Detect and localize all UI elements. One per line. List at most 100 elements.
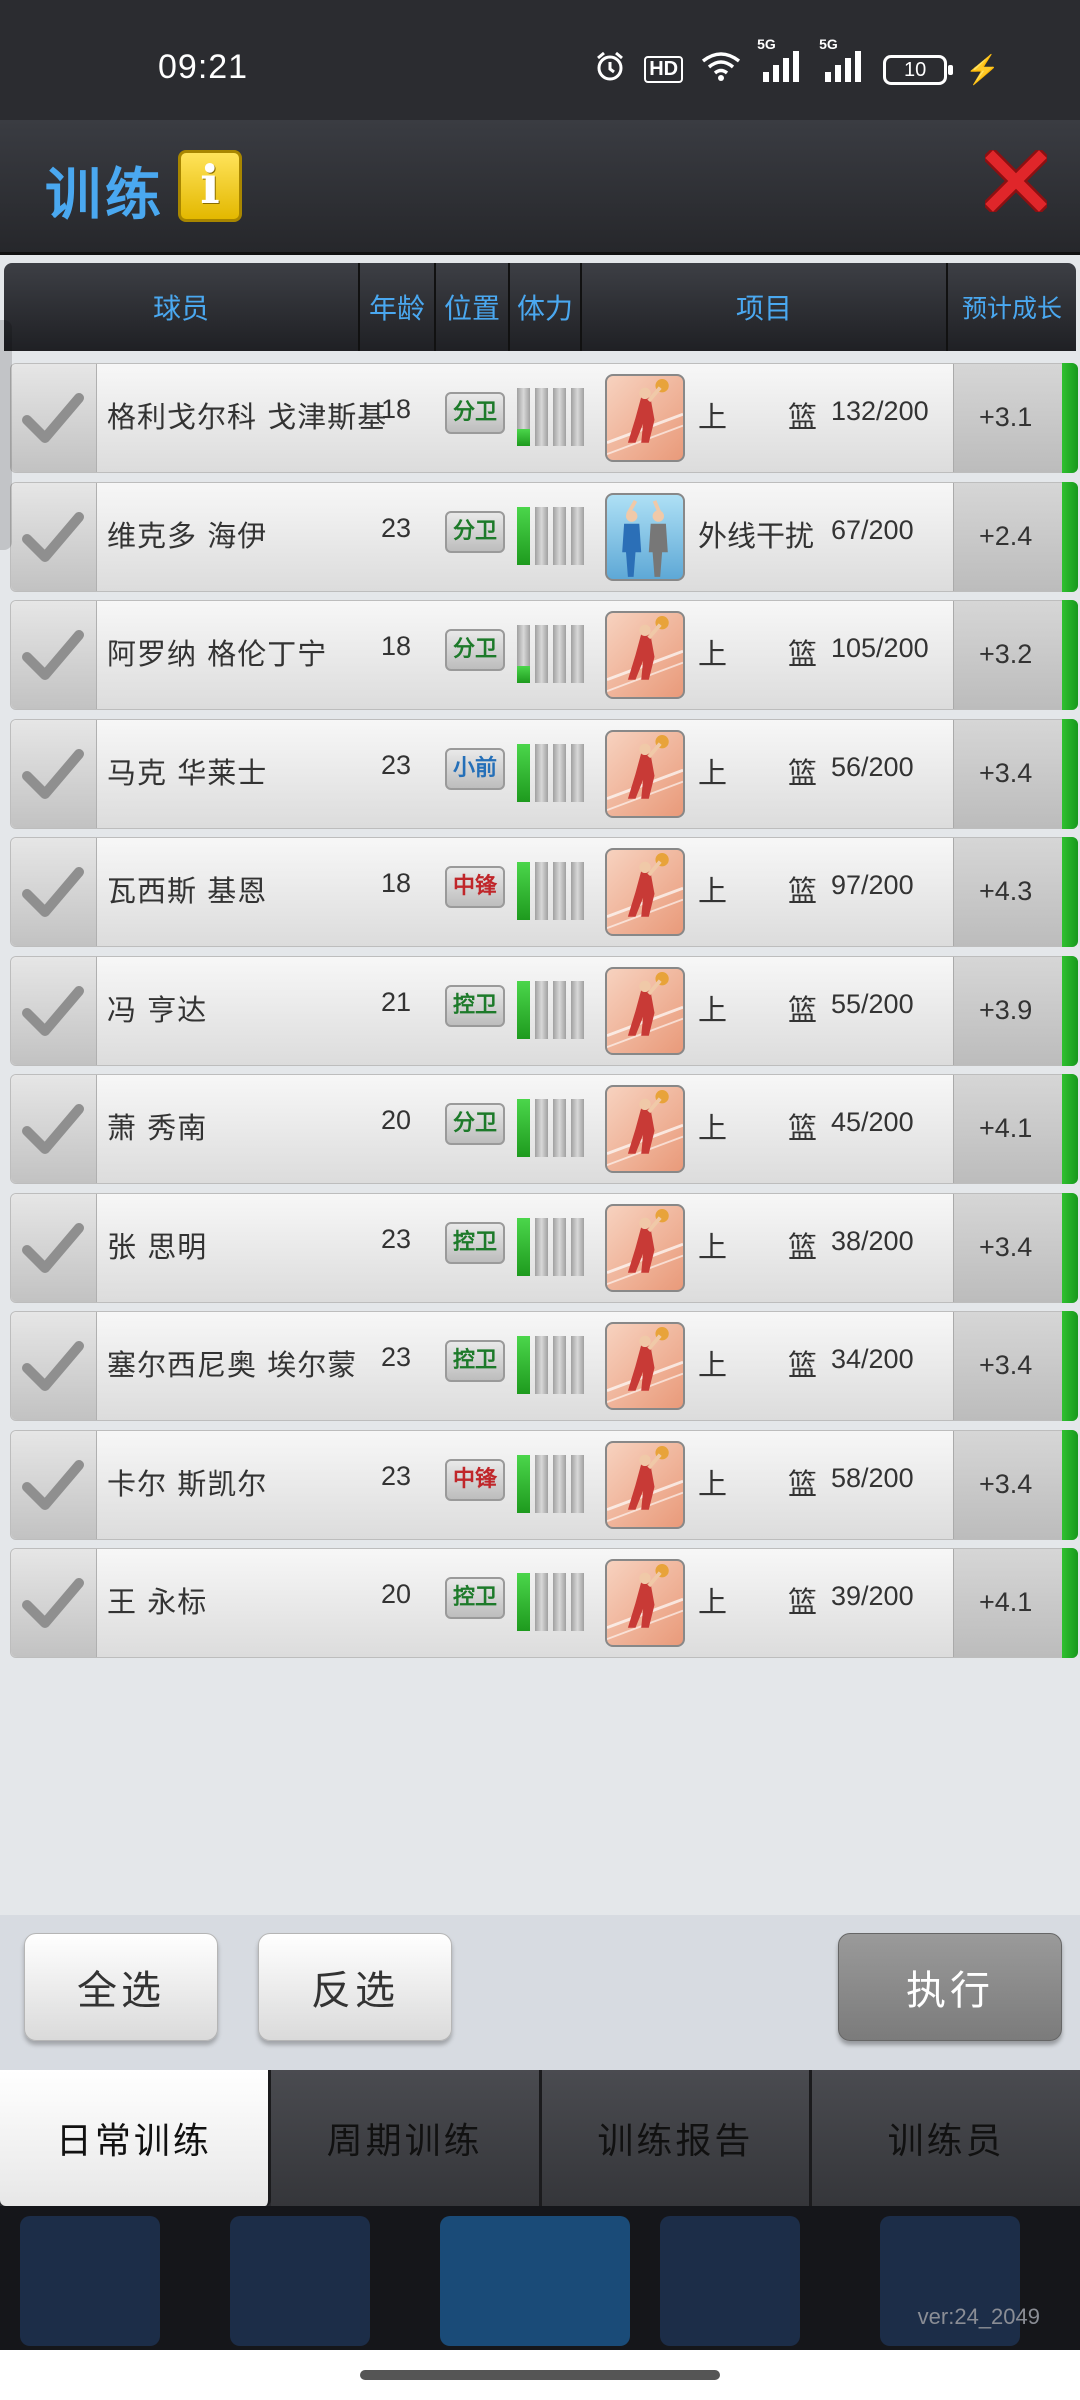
tab-daily-training[interactable]: 日常训练 (0, 2070, 271, 2206)
training-item[interactable]: 外线干扰 (698, 513, 814, 555)
table-row[interactable]: 萧 秀南 20 分卫上篮 45/200 +4.1 (10, 1074, 1078, 1184)
training-progress: 45/200 (831, 1107, 914, 1137)
menu-ghost-icon (440, 2216, 630, 2346)
table-row[interactable]: 张 思明 23 控卫上篮 38/200 +3.4 (10, 1192, 1078, 1303)
header-age[interactable]: 年龄 (360, 263, 436, 351)
row-checkbox[interactable] (11, 1312, 97, 1420)
row-status-strip (1062, 1192, 1078, 1303)
layup-training-icon[interactable] (605, 1440, 685, 1529)
layup-training-icon[interactable] (605, 1085, 685, 1173)
layup-training-icon[interactable] (605, 1559, 685, 1647)
training-progress: 67/200 (831, 514, 914, 545)
layup-training-icon[interactable] (605, 1203, 685, 1292)
expected-growth: +4.3 (979, 876, 1033, 906)
table-row[interactable]: 格利戈尔科 戈津斯基 18 分卫上篮 132/200 +3.1 (10, 363, 1078, 473)
table-row[interactable]: 阿罗纳 格伦丁宁 18 分卫上篮 105/200 +3.2 (10, 600, 1078, 710)
stamina-bar-segment (571, 625, 584, 683)
training-item[interactable]: 上篮 (698, 987, 817, 1029)
page-title: 训练 (45, 163, 165, 228)
stamina-meter (517, 388, 589, 446)
stamina-fill (517, 1454, 530, 1513)
row-checkbox[interactable] (11, 1075, 97, 1183)
player-name: 维克多 海伊 (107, 518, 268, 553)
training-item-label-a: 上 (698, 1348, 728, 1382)
layup-training-icon[interactable] (605, 1322, 685, 1410)
table-row[interactable]: 维克多 海伊 23 分卫 外线干扰 67/200 +2.4 (10, 481, 1078, 592)
tab-training-report[interactable]: 训练报告 (541, 2070, 813, 2206)
training-item[interactable]: 上篮 (698, 1461, 817, 1503)
player-age: 23 (381, 1342, 412, 1372)
row-checkbox[interactable] (11, 601, 97, 709)
stamina-bar-segment (571, 743, 584, 802)
player-name: 格利戈尔科 戈津斯基 (107, 400, 388, 434)
training-item[interactable]: 上篮 (698, 1105, 817, 1147)
row-checkbox[interactable] (11, 719, 97, 828)
training-item[interactable]: 上篮 (698, 1224, 817, 1266)
training-item[interactable]: 上篮 (698, 1342, 817, 1384)
layup-training-icon[interactable] (605, 729, 685, 818)
training-item-label-a: 上 (698, 992, 728, 1027)
row-checkbox[interactable] (11, 838, 97, 946)
stamina-meter (517, 1099, 589, 1157)
tab-bar: 日常训练 周期训练 训练报告 训练员 (0, 2070, 1080, 2206)
row-checkbox[interactable] (11, 482, 97, 591)
training-item-label-b: 篮 (788, 400, 818, 434)
table-row[interactable]: 瓦西斯 基恩 18 中锋上篮 97/200 +4.3 (10, 837, 1078, 947)
tab-periodic-training[interactable]: 周期训练 (270, 2070, 542, 2206)
table-row[interactable]: 冯 亨达 21 控卫上篮 55/200 +3.9 (10, 955, 1078, 1066)
row-checkbox[interactable] (11, 956, 97, 1065)
row-status-strip (1062, 1311, 1078, 1421)
training-item[interactable]: 上篮 (698, 750, 817, 792)
row-checkbox[interactable] (11, 1430, 97, 1539)
stamina-fill (517, 1336, 530, 1394)
player-name: 张 思明 (107, 1229, 208, 1264)
layup-training-icon[interactable] (605, 848, 685, 936)
table-row[interactable]: 卡尔 斯凯尔 23 中锋上篮 58/200 +3.4 (10, 1429, 1078, 1540)
training-item[interactable]: 上篮 (698, 631, 817, 673)
header-position[interactable]: 位置 (436, 263, 510, 351)
menu-ghost-icon (660, 2216, 800, 2346)
stamina-bar-segment (535, 1573, 548, 1631)
table-row[interactable]: 塞尔西尼奥 埃尔蒙 23 控卫上篮 34/200 +3.4 (10, 1311, 1078, 1421)
row-checkbox[interactable] (11, 1193, 97, 1302)
stamina-meter (517, 862, 589, 920)
stamina-bar-segment (535, 388, 548, 446)
stamina-bar-segment (553, 625, 566, 683)
player-age: 21 (381, 986, 412, 1017)
close-icon (981, 146, 1051, 216)
header-item[interactable]: 项目 (582, 263, 948, 351)
training-panel: 球员 年龄 位置 体力 项目 预计成长 格利戈尔科 戈津斯基 18 分卫上篮 132/… (0, 255, 1080, 1915)
header-growth[interactable]: 预计成长 (948, 263, 1076, 351)
row-status-strip (1062, 1548, 1078, 1658)
training-item[interactable]: 上篮 (698, 1579, 817, 1621)
5g-signal-icon: 5G (819, 36, 865, 89)
row-checkbox[interactable] (11, 1549, 97, 1657)
header-player[interactable]: 球员 (4, 263, 360, 351)
version-label: ver:24_2049 (917, 2304, 1040, 2329)
position-badge: 控卫 (445, 984, 505, 1027)
invert-select-button[interactable]: 反选 (258, 1933, 452, 2041)
perimeter-defense-training-icon[interactable] (605, 492, 685, 581)
training-item[interactable]: 上篮 (698, 394, 817, 436)
tab-trainer[interactable]: 训练员 (812, 2070, 1080, 2206)
select-all-button[interactable]: 全选 (24, 1933, 218, 2041)
side-drawer-handle[interactable] (0, 320, 12, 550)
player-age: 18 (381, 631, 412, 661)
close-button[interactable] (981, 146, 1051, 216)
status-time: 09:21 (158, 48, 249, 86)
stamina-meter (517, 1217, 589, 1276)
header-stamina[interactable]: 体力 (510, 263, 582, 351)
training-item-label-b: 篮 (788, 1229, 818, 1264)
training-item[interactable]: 上篮 (698, 868, 817, 910)
execute-button[interactable]: 执行 (838, 1933, 1062, 2041)
table-row[interactable]: 马克 华莱士 23 小前上篮 56/200 +3.4 (10, 718, 1078, 829)
layup-training-icon[interactable] (605, 374, 685, 462)
table-row[interactable]: 王 永标 20 控卫上篮 39/200 +4.1 (10, 1548, 1078, 1658)
stamina-fill (517, 1217, 530, 1276)
training-item-label-a: 上 (698, 1229, 728, 1264)
layup-training-icon[interactable] (605, 611, 685, 699)
home-indicator[interactable] (360, 2370, 720, 2380)
info-button[interactable]: i (178, 150, 242, 222)
row-checkbox[interactable] (11, 364, 97, 472)
layup-training-icon[interactable] (605, 966, 685, 1055)
